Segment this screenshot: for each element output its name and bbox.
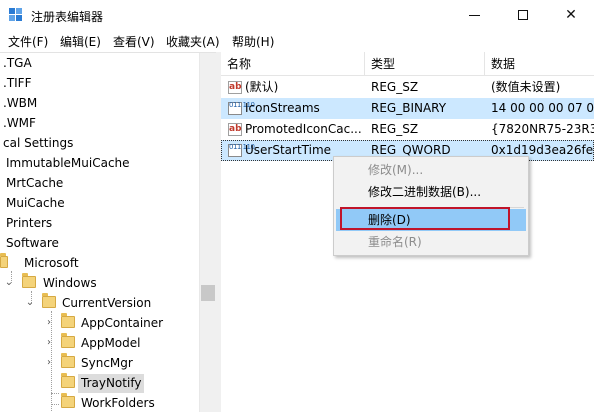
value-name: PromotedIconCac... — [245, 122, 362, 136]
binary-value-icon: 011 110 — [228, 102, 255, 115]
tree-item[interactable]: MuiCache — [6, 193, 65, 213]
tree-item[interactable]: Microsoft — [24, 253, 79, 273]
tree-item[interactable]: SyncMgr — [81, 353, 133, 373]
column-header-name[interactable]: 名称 — [221, 52, 365, 76]
chevron-down-icon[interactable]: ⌄ — [25, 293, 35, 313]
folder-icon — [61, 373, 75, 388]
list-header: 名称 类型 数据 — [221, 52, 594, 76]
value-data: {7820NR75-23R3 — [491, 122, 594, 136]
menu-help[interactable]: 帮助(H) — [232, 33, 274, 50]
list-row[interactable]: ab PromotedIconCac... REG_SZ {7820NR75-2… — [221, 119, 594, 140]
context-menu-modify[interactable]: 修改(M)... — [336, 159, 526, 181]
binary-value-icon: 011 110 — [228, 144, 255, 157]
value-name: IconStreams — [245, 101, 320, 115]
tree-item[interactable]: Software — [6, 233, 59, 253]
menu-bar: 文件(F) 编辑(E) 查看(V) 收藏夹(A) 帮助(H) — [0, 30, 594, 52]
folder-icon — [0, 253, 8, 268]
column-header-data[interactable]: 数据 — [485, 52, 594, 76]
value-name: (默认) — [245, 80, 279, 94]
folder-icon — [61, 353, 75, 368]
tree-item[interactable]: Windows — [43, 273, 97, 293]
tree-item[interactable]: WorkFolders — [81, 393, 155, 412]
list-row[interactable]: ab (默认) REG_SZ (数值未设置) — [221, 77, 594, 98]
folder-icon — [42, 293, 56, 308]
close-icon: ✕ — [565, 7, 577, 23]
maximize-icon — [518, 10, 528, 20]
tree-item[interactable]: AppContainer — [81, 313, 163, 333]
string-value-icon: ab — [228, 123, 242, 136]
folder-icon — [61, 333, 75, 348]
tree-item[interactable]: .WBM — [3, 93, 37, 113]
tree-item[interactable]: CurrentVersion — [62, 293, 151, 313]
tree-item-traynotify[interactable]: TrayNotify — [81, 373, 141, 393]
scrollbar-thumb[interactable] — [201, 285, 215, 301]
folder-icon — [61, 313, 75, 328]
minimize-icon — [469, 15, 480, 16]
annotation-highlight-box — [340, 207, 510, 230]
tree-item[interactable]: Printers — [6, 213, 52, 233]
list-row[interactable]: 011 110 IconStreams REG_BINARY 14 00 00 … — [221, 98, 594, 119]
maximize-button[interactable] — [500, 0, 546, 30]
value-data: (数值未设置) — [491, 80, 561, 94]
tree-item[interactable]: ImmutableMuiCache — [6, 153, 130, 173]
tree-item[interactable]: cal Settings — [3, 133, 73, 153]
string-value-icon: ab — [228, 81, 242, 94]
window-title: 注册表编辑器 — [31, 10, 104, 24]
chevron-right-icon[interactable]: › — [44, 353, 54, 373]
tree-line — [51, 404, 59, 405]
chevron-right-icon[interactable]: › — [44, 313, 54, 333]
tree-item[interactable]: .TGA — [3, 53, 32, 73]
registry-editor-icon — [9, 8, 22, 21]
column-header-type[interactable]: 类型 — [365, 52, 485, 76]
tree-item[interactable]: .TIFF — [3, 73, 32, 93]
context-menu-modify-binary[interactable]: 修改二进制数据(B)... — [336, 181, 526, 203]
tree-item[interactable]: AppModel — [81, 333, 140, 353]
menu-favorites[interactable]: 收藏夹(A) — [166, 33, 220, 50]
minimize-button[interactable] — [452, 0, 498, 30]
value-type: REG_BINARY — [371, 101, 447, 115]
value-type: REG_SZ — [371, 80, 419, 94]
tree-line — [51, 393, 59, 394]
folder-icon — [22, 273, 36, 288]
tree-item[interactable]: .WMF — [3, 113, 36, 133]
chevron-right-icon[interactable]: › — [44, 333, 54, 353]
menu-file[interactable]: 文件(F) — [8, 33, 48, 50]
value-type: REG_SZ — [371, 122, 419, 136]
chevron-down-icon[interactable]: ⌄ — [4, 273, 14, 293]
context-menu: 修改(M)... 修改二进制数据(B)... 删除(D) 重命名(R) — [333, 156, 529, 256]
registry-tree: .TGA .TIFF .WBM .WMF cal Settings Immuta… — [0, 52, 216, 412]
context-menu-rename[interactable]: 重命名(R) — [336, 231, 526, 253]
close-button[interactable]: ✕ — [548, 0, 594, 30]
value-data: 14 00 00 00 07 0 — [491, 101, 594, 115]
tree-item[interactable]: MrtCache — [6, 173, 63, 193]
tree-scrollbar[interactable] — [199, 53, 216, 412]
menu-edit[interactable]: 编辑(E) — [60, 33, 101, 50]
folder-icon — [61, 393, 75, 408]
title-bar: 注册表编辑器 ✕ — [0, 0, 594, 30]
menu-view[interactable]: 查看(V) — [113, 33, 155, 50]
